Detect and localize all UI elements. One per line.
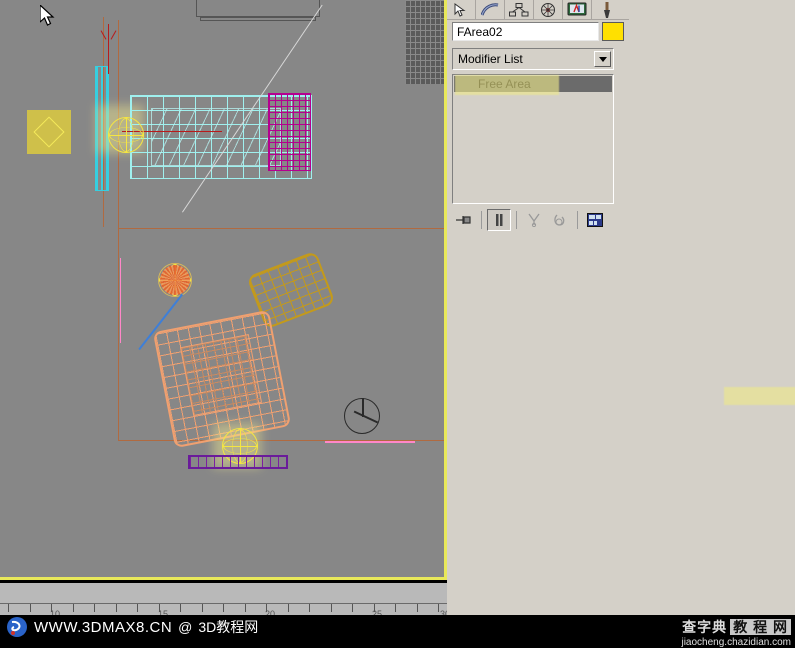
motion-icon[interactable] bbox=[534, 0, 563, 19]
object-name-row[interactable]: FArea02 bbox=[452, 22, 624, 41]
light-axis-arrow-2 bbox=[110, 30, 117, 40]
3dsmax-window: 10 15 20 25 30 FArea02 Modifier List Fre… bbox=[0, 0, 795, 648]
modifier-stack[interactable]: Free Area bbox=[452, 74, 614, 204]
toolbar-separator-2 bbox=[516, 211, 517, 229]
pin-stack-icon[interactable] bbox=[452, 209, 476, 231]
ceiling-object-2 bbox=[200, 17, 316, 21]
stack-item-free-area[interactable]: Free Area bbox=[454, 76, 612, 92]
pink-guide-line bbox=[120, 258, 121, 343]
move-gizmo-diamond[interactable] bbox=[27, 110, 71, 154]
ruler-tick bbox=[416, 604, 418, 612]
watermark-url: WWW.3DMAX8.CN bbox=[34, 618, 173, 636]
toolbar-separator-3 bbox=[577, 211, 578, 229]
ruler-tick bbox=[244, 604, 246, 612]
ruler-tick bbox=[223, 604, 224, 612]
make-unique-icon[interactable] bbox=[522, 209, 546, 231]
spot-light-core bbox=[160, 265, 190, 295]
display-icon[interactable] bbox=[563, 0, 592, 19]
ruler-tick bbox=[330, 604, 332, 612]
chevron-down-icon[interactable] bbox=[594, 51, 611, 67]
watermark-bar: WWW.3DMAX8.CN @ 3D教程网 查字典 教 程 网 jiaochen… bbox=[0, 615, 795, 648]
armchair-seat-detail bbox=[179, 333, 263, 417]
ruler-tick bbox=[287, 604, 289, 612]
toolbar-separator bbox=[481, 211, 482, 229]
ruler-tick bbox=[8, 604, 9, 612]
pink-target-line bbox=[325, 441, 415, 443]
command-panel-tabs[interactable] bbox=[447, 0, 629, 20]
wall-line-horizontal bbox=[118, 228, 447, 229]
viewport-active-border bbox=[0, 0, 447, 580]
modify-icon[interactable] bbox=[476, 0, 505, 19]
watermark-right-cn: 查字典 bbox=[682, 619, 728, 635]
modifier-list-dropdown[interactable]: Modifier List bbox=[452, 48, 614, 70]
object-name-field[interactable]: FArea02 bbox=[452, 22, 599, 41]
show-end-result-icon[interactable] bbox=[487, 209, 511, 231]
object-color-swatch[interactable] bbox=[602, 22, 624, 41]
ruler-tick bbox=[309, 604, 310, 612]
ruler-tick bbox=[395, 604, 396, 612]
utilities-icon[interactable] bbox=[592, 0, 621, 19]
dark-grid-panel bbox=[405, 0, 445, 84]
ruler-tick bbox=[137, 604, 138, 612]
watermark-at: @ bbox=[178, 619, 193, 635]
ruler-tick bbox=[94, 604, 95, 612]
ruler-tick bbox=[72, 604, 74, 612]
hierarchy-icon[interactable] bbox=[505, 0, 534, 19]
watermark-right: 查字典 教 程 网 jiaocheng.chazidian.com bbox=[681, 617, 791, 648]
watermark-right-cn2: 教 程 网 bbox=[730, 619, 791, 635]
watermark-site: 3D教程网 bbox=[198, 619, 259, 635]
camera-icon[interactable] bbox=[344, 398, 380, 434]
ruler-tick bbox=[29, 604, 31, 612]
modifier-list-label: Modifier List bbox=[458, 52, 523, 66]
ruler-tick bbox=[352, 604, 353, 612]
wall-line-vertical-2 bbox=[118, 20, 119, 90]
highlight-exclude-row bbox=[724, 387, 795, 405]
purple-bench-wireframe bbox=[188, 455, 288, 469]
viewport-top[interactable] bbox=[0, 0, 447, 580]
configure-modifier-sets-icon[interactable] bbox=[583, 209, 607, 231]
site-logo-icon bbox=[7, 617, 27, 637]
remove-modifier-icon[interactable] bbox=[548, 209, 572, 231]
ruler-tick bbox=[180, 604, 181, 612]
stack-item-label: Free Area bbox=[478, 77, 531, 91]
modifier-stack-buttons[interactable] bbox=[452, 208, 614, 232]
ruler-tick bbox=[201, 604, 203, 612]
light-axis-vertical bbox=[108, 24, 109, 74]
cyan-bed-detail bbox=[151, 108, 281, 166]
ruler-tick bbox=[438, 604, 439, 612]
magenta-cabinet-wireframe bbox=[268, 93, 311, 171]
omni-light-icon[interactable] bbox=[108, 117, 144, 153]
timeline-ruler[interactable]: 10 15 20 25 30 bbox=[0, 583, 450, 619]
create-icon[interactable] bbox=[447, 0, 476, 19]
ceiling-object bbox=[196, 0, 320, 17]
ruler-tick bbox=[115, 604, 117, 612]
command-panel: FArea02 Modifier List Free Area bbox=[447, 0, 795, 615]
